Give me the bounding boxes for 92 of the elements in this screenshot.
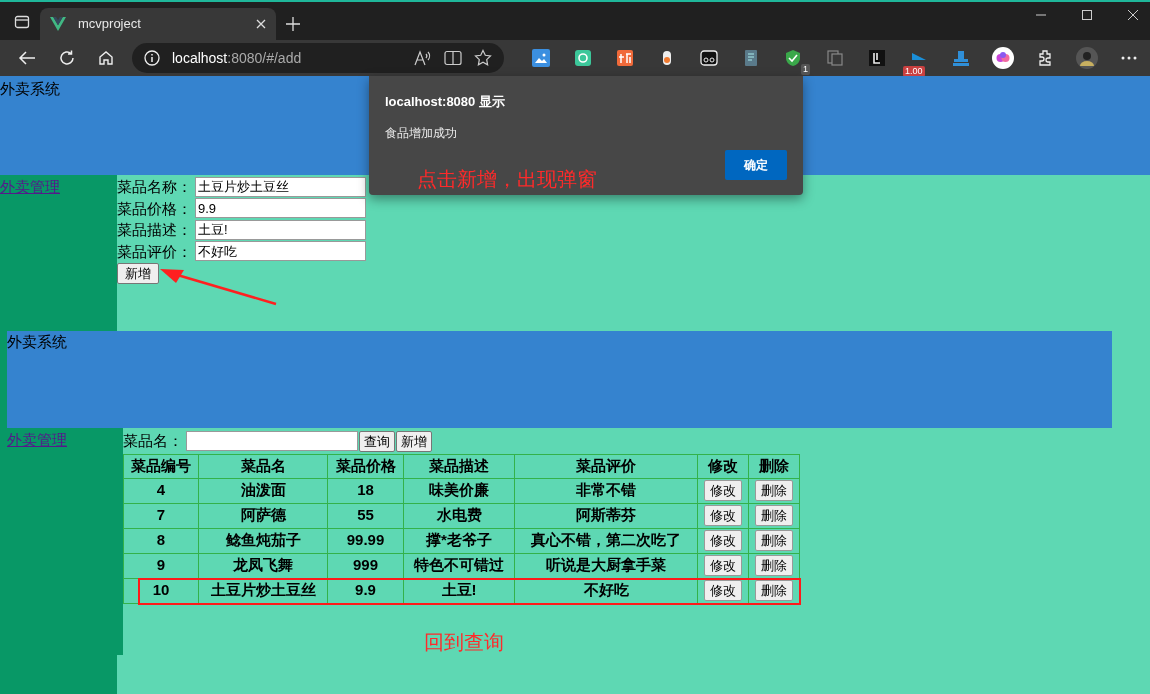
search-label: 菜品名： [123,431,184,451]
dialog-title: localhost:8080 显示 [385,93,506,111]
table-cell: 不好吃 [515,578,698,604]
close-window-icon[interactable] [1128,10,1138,20]
delete-button[interactable]: 删除 [755,580,793,601]
edit-button[interactable]: 修改 [704,555,742,576]
add-button[interactable]: 新增 [117,263,159,284]
input-field[interactable]: 不好吃 [195,241,366,262]
annotation-text: 点击新增，出现弹窗 [417,167,597,192]
query-button[interactable]: 查询 [359,430,395,452]
column-header: 菜品描述 [404,454,515,479]
extension-badge: 1 [801,64,810,75]
table-cell: 土豆片炒土豆丝 [199,578,328,604]
toggle-extension-icon[interactable] [662,50,672,66]
maximize-icon[interactable] [1082,10,1092,20]
edit-button[interactable]: 修改 [704,580,742,601]
split-screen-icon[interactable] [444,50,462,66]
column-header: 菜品名 [199,454,328,479]
table-cell: 油泼面 [199,478,328,504]
column-header: 菜品价格 [328,454,404,479]
table-cell: 9 [124,553,199,579]
new-tab-icon[interactable] [286,17,300,31]
home-icon[interactable] [98,50,114,66]
edit-button[interactable]: 修改 [704,530,742,551]
table-cell: 8 [124,528,199,554]
bracket-extension-icon[interactable] [869,50,885,66]
browser-tab[interactable]: mcvproject [40,8,276,40]
table-cell: 99.99 [328,528,404,554]
profile-avatar-icon[interactable] [1076,47,1098,69]
table-cell: 龙凤飞舞 [199,553,328,579]
add-button[interactable]: 新增 [396,430,432,452]
table-cell: 撑*老爷子 [404,528,515,554]
field-label: 菜品评价： [117,241,193,262]
delete-button[interactable]: 删除 [755,480,793,501]
shield-extension-icon[interactable] [785,49,801,67]
header-title: 外卖系统 [0,80,60,97]
table-cell: 真心不错，第二次吃了 [515,528,698,554]
table-cell: 10 [124,578,199,604]
input-field[interactable]: 9.9 [195,198,366,219]
annotation-text: 回到查询 [424,630,504,655]
extensions-icon[interactable] [1036,49,1054,67]
column-header: 菜品评价 [515,454,698,479]
tab-title: mcvproject [78,15,142,34]
table-cell: 土豆! [404,578,515,604]
table-cell: 18 [328,478,404,504]
column-header: 删除 [749,454,800,479]
column-header: 修改 [698,454,749,479]
brain-extension-icon[interactable] [992,47,1014,69]
dialog-message: 食品增加成功 [385,124,458,142]
more-icon[interactable] [1121,56,1137,60]
vue-logo-icon [50,17,66,31]
read-aloud-icon[interactable] [414,50,432,66]
close-icon[interactable] [256,19,266,29]
delete-button[interactable]: 删除 [755,505,793,526]
copy-extension-icon[interactable] [827,50,843,66]
edit-button[interactable]: 修改 [704,480,742,501]
table-cell: 9.9 [328,578,404,604]
table-cell: 听说是大厨拿手菜 [515,553,698,579]
reload-icon[interactable] [58,49,76,67]
table-cell: 999 [328,553,404,579]
ok-button[interactable]: 确定 [725,150,787,180]
image-extension-icon[interactable] [532,49,550,67]
delete-button[interactable]: 删除 [755,555,793,576]
address-bar[interactable]: localhost:8080/#/add [132,43,504,73]
stamp-extension-icon[interactable] [952,49,970,67]
glasses-extension-icon[interactable] [700,50,718,66]
table-cell: 水电费 [404,503,515,529]
input-field[interactable]: 土豆片炒土豆丝 [195,176,366,197]
field-label: 菜品名称： [117,177,193,198]
table-cell: 55 [328,503,404,529]
table-cell: 非常不错 [515,478,698,504]
table-cell: 阿萨德 [199,503,328,529]
table-cell: 特色不可错过 [404,553,515,579]
field-label: 菜品价格： [117,198,193,219]
table-cell: 7 [124,503,199,529]
refresh-extension-icon[interactable] [575,50,591,66]
field-label: 菜品描述： [117,220,193,241]
delete-button[interactable]: 删除 [755,530,793,551]
edit-button[interactable]: 修改 [704,505,742,526]
header-title: 外卖系统 [7,333,67,350]
table-cell: 阿斯蒂芬 [515,503,698,529]
search-field[interactable] [186,431,358,452]
table-cell: 4 [124,478,199,504]
favorite-star-icon[interactable] [474,49,492,67]
column-header: 菜品编号 [124,454,199,479]
url-text: localhost:8080/#/add [172,48,303,68]
input-field[interactable]: 土豆! [195,219,366,240]
info-icon[interactable] [144,50,160,66]
discount-extension-icon[interactable] [617,50,633,66]
table-cell: 鲶鱼炖茄子 [199,528,328,554]
table-cell: 味美价廉 [404,478,515,504]
back-icon[interactable] [18,50,36,66]
